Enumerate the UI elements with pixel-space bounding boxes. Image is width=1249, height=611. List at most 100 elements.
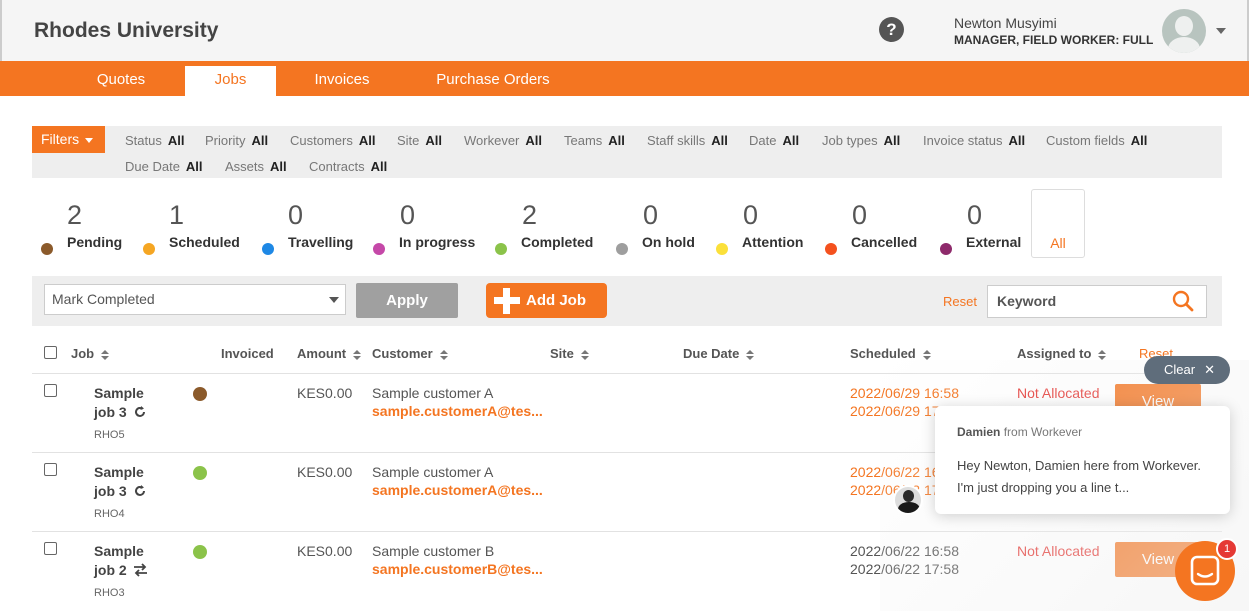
sort-icon (746, 349, 755, 360)
status-pending[interactable]: 2 Pending (41, 200, 141, 260)
col-job[interactable]: Job (71, 346, 110, 361)
col-customer[interactable]: Customer (372, 346, 448, 361)
row-checkbox[interactable] (44, 384, 57, 397)
amount: KES0.00 (297, 464, 353, 480)
scheduled-end: 2022/06/22 17:58 (850, 561, 959, 577)
job-code: RHO3 (94, 587, 125, 599)
filter-job-types[interactable]: Job types All (822, 133, 900, 148)
filter-assets[interactable]: Assets All (225, 159, 287, 174)
status-label: Scheduled (169, 234, 240, 250)
notification-badge: 1 (1216, 538, 1238, 560)
help-icon[interactable]: ? (879, 17, 904, 42)
filter-custom-fields[interactable]: Custom fields All (1046, 133, 1147, 148)
chevron-down-icon[interactable] (1216, 28, 1226, 34)
status-count: 2 (522, 200, 538, 230)
chat-sender: Damien from Workever (957, 425, 1083, 439)
status-completed[interactable]: 2 Completed (495, 200, 605, 260)
col-due-date[interactable]: Due Date (683, 346, 755, 361)
customer-name: Sample customer A (372, 464, 494, 480)
action-bar: Mark Completed Apply Add Job Reset Keywo… (32, 276, 1222, 326)
apply-button[interactable]: Apply (356, 283, 458, 318)
filter-priority[interactable]: Priority All (205, 133, 268, 148)
tab-quotes[interactable]: Quotes (76, 66, 166, 96)
status-label: Travelling (288, 234, 354, 250)
filters-button[interactable]: Filters (32, 126, 105, 153)
job-code: RHO4 (94, 508, 125, 520)
avatar[interactable] (1162, 9, 1206, 53)
tab-purchase-orders[interactable]: Purchase Orders (418, 66, 568, 96)
recurring-icon (134, 406, 145, 417)
reset-link[interactable]: Reset (943, 294, 977, 309)
filters-bar: Filters Status All Priority All Customers A… (32, 126, 1222, 178)
row-checkbox[interactable] (44, 542, 57, 555)
status-dot (373, 243, 385, 255)
col-scheduled[interactable]: Scheduled (850, 346, 931, 361)
scheduled-start: 2022/06/22 16:58 (850, 543, 959, 559)
status-cancelled[interactable]: 0 Cancelled (825, 200, 925, 260)
status-external[interactable]: 0 External (940, 200, 1025, 260)
filter-date[interactable]: Date All (749, 133, 799, 148)
add-job-button[interactable]: Add Job (486, 283, 607, 318)
status-dot (940, 243, 952, 255)
filter-workever[interactable]: Workever All (464, 133, 542, 148)
customer-email[interactable]: sample.customerA@tes... (372, 482, 543, 498)
status-label: Pending (67, 234, 123, 250)
status-dot (716, 243, 728, 255)
amount: KES0.00 (297, 385, 353, 401)
scheduled-start: 2022/06/29 16:58 (850, 385, 959, 401)
user-name[interactable]: Newton Musyimi (954, 15, 1057, 31)
customer-email[interactable]: sample.customerB@tes... (372, 561, 543, 577)
status-on-hold[interactable]: 0 On hold (616, 200, 706, 260)
status-label: External (966, 234, 1022, 250)
filter-teams[interactable]: Teams All (564, 133, 625, 148)
status-count: 0 (643, 200, 659, 230)
chat-clear-button[interactable]: Clear ✕ (1144, 356, 1230, 384)
filter-customers[interactable]: Customers All (290, 133, 375, 148)
customer-name: Sample customer B (372, 543, 495, 559)
select-all-checkbox[interactable] (44, 346, 57, 359)
job-name[interactable]: Sample job 3 (94, 463, 154, 501)
transfer-icon (133, 563, 147, 577)
col-amount[interactable]: Amount (297, 346, 362, 361)
brand-title[interactable]: Rhodes University (34, 19, 218, 43)
tab-jobs[interactable]: Jobs (185, 66, 276, 96)
chat-agent-avatar (893, 485, 923, 515)
filter-status[interactable]: Status All (125, 133, 184, 148)
status-count: 0 (967, 200, 983, 230)
chevron-down-icon (329, 297, 339, 303)
amount: KES0.00 (297, 543, 353, 559)
chat-message-card[interactable]: Damien from Workever Hey Newton, Damien … (935, 406, 1230, 514)
sort-icon (1098, 349, 1107, 360)
customer-email[interactable]: sample.customerA@tes... (372, 403, 543, 419)
status-label: Attention (742, 234, 804, 250)
filter-due-date[interactable]: Due Date All (125, 159, 203, 174)
job-name[interactable]: Sample job 2 (94, 542, 154, 580)
status-dot (143, 243, 155, 255)
status-travelling[interactable]: 0 Travelling (262, 200, 362, 260)
assigned-status: Not Allocated (1017, 385, 1100, 401)
filter-staff-skills[interactable]: Staff skills All (647, 133, 728, 148)
keyword-search-input[interactable]: Keyword (987, 285, 1207, 318)
tab-invoices[interactable]: Invoices (296, 66, 388, 96)
row-checkbox[interactable] (44, 463, 57, 476)
job-name[interactable]: Sample job 3 (94, 384, 154, 422)
status-label: Completed (521, 234, 594, 250)
bulk-action-select[interactable]: Mark Completed (44, 284, 346, 315)
status-dot (193, 466, 207, 480)
status-attention[interactable]: 0 Attention (716, 200, 811, 260)
filter-contracts[interactable]: Contracts All (309, 159, 387, 174)
status-all[interactable]: All (1031, 189, 1085, 258)
status-scheduled[interactable]: 1 Scheduled (143, 200, 253, 260)
sort-icon (439, 349, 448, 360)
filter-site[interactable]: Site All (397, 133, 442, 148)
status-count: 2 (67, 200, 83, 230)
col-assigned-to[interactable]: Assigned to (1017, 346, 1107, 361)
status-in-progress[interactable]: 0 In progress (373, 200, 483, 260)
filter-invoice-status[interactable]: Invoice status All (923, 133, 1025, 148)
close-icon: ✕ (1204, 362, 1215, 377)
search-icon[interactable] (1172, 290, 1194, 312)
status-label: Cancelled (851, 234, 918, 250)
status-count: 1 (169, 200, 185, 230)
status-dot (193, 387, 207, 401)
col-site[interactable]: Site (550, 346, 589, 361)
